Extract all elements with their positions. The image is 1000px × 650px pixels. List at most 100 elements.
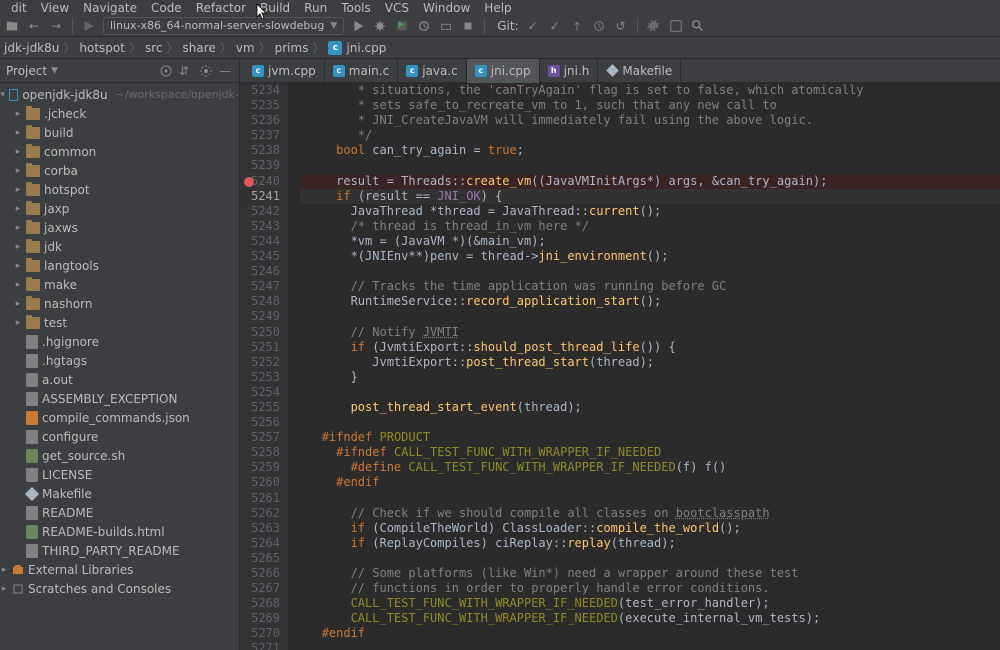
breadcrumb-item[interactable]: hotspot	[79, 41, 125, 55]
menu-build[interactable]: Build	[253, 1, 297, 15]
tree-extra[interactable]: ▸External Libraries	[0, 560, 239, 579]
tree-folder[interactable]: ▸common	[0, 142, 239, 161]
select-config-icon[interactable]	[81, 18, 97, 34]
search-icon[interactable]	[690, 18, 706, 34]
tree-file[interactable]: configure	[0, 427, 239, 446]
gear-icon[interactable]	[199, 64, 213, 78]
line-number[interactable]: 5244	[240, 234, 280, 249]
line-number[interactable]: 5265	[240, 551, 280, 566]
code-line[interactable]: RuntimeService::record_application_start…	[300, 294, 1000, 309]
breakpoint-icon[interactable]	[244, 177, 254, 187]
menu-navigate[interactable]: Navigate	[76, 1, 144, 15]
code-line[interactable]: * JNI_CreateJavaVM will immediately fail…	[300, 113, 1000, 128]
breadcrumb-file[interactable]: c jni.cpp	[328, 41, 386, 55]
git-history-icon[interactable]	[591, 18, 607, 34]
tree-folder[interactable]: ▸langtools	[0, 256, 239, 275]
line-number[interactable]: 5269	[240, 611, 280, 626]
gutter[interactable]: 5234523552365237523852395240524152425243…	[240, 83, 288, 650]
editor[interactable]: 5234523552365237523852395240524152425243…	[240, 83, 1000, 650]
line-number[interactable]: 5253	[240, 370, 280, 385]
line-number[interactable]: 5243	[240, 219, 280, 234]
tree-folder[interactable]: ▸hotspot	[0, 180, 239, 199]
line-number[interactable]: 5268	[240, 596, 280, 611]
line-number[interactable]: 5236	[240, 113, 280, 128]
line-number[interactable]: 5241	[240, 189, 280, 204]
line-number[interactable]: 5247	[240, 279, 280, 294]
editor-tab[interactable]: cjvm.cpp	[244, 59, 325, 83]
menu-view[interactable]: View	[34, 1, 76, 15]
tree-folder[interactable]: ▸.jcheck	[0, 104, 239, 123]
tree-file[interactable]: .hgtags	[0, 351, 239, 370]
code-line[interactable]: CALL_TEST_FUNC_WITH_WRAPPER_IF_NEEDED(ex…	[300, 611, 1000, 626]
forward-icon[interactable]: →	[48, 18, 64, 34]
line-number[interactable]: 5234	[240, 83, 280, 98]
line-number[interactable]: 5238	[240, 143, 280, 158]
code-line[interactable]: * sets safe_to_recreate_vm to 1, such th…	[300, 98, 1000, 113]
line-number[interactable]: 5250	[240, 325, 280, 340]
run-config-selector[interactable]: linux-x86_64-normal-server-slowdebug ▼	[103, 17, 344, 35]
code-line[interactable]: post_thread_start_event(thread);	[300, 400, 1000, 415]
code-line[interactable]: *(JNIEnv**)penv = thread->jni_environmen…	[300, 249, 1000, 264]
line-number[interactable]: 5239	[240, 158, 280, 173]
line-number[interactable]: 5251	[240, 340, 280, 355]
stop-icon[interactable]	[460, 18, 476, 34]
tree-folder[interactable]: ▸build	[0, 123, 239, 142]
git-update-icon[interactable]: ✓	[525, 18, 541, 34]
line-number[interactable]: 5237	[240, 128, 280, 143]
code-line[interactable]: #endif	[300, 475, 1000, 490]
code-line[interactable]: JvmtiExport::post_thread_start(thread);	[300, 355, 1000, 370]
menu-dit[interactable]: dit	[4, 1, 34, 15]
run-icon[interactable]	[350, 18, 366, 34]
code-line[interactable]: result = Threads::create_vm((JavaVMInitA…	[300, 174, 1000, 189]
editor-tab[interactable]: cmain.c	[325, 59, 398, 83]
code-line[interactable]: // functions in order to properly handle…	[300, 581, 1000, 596]
tree-file[interactable]: README-builds.html	[0, 522, 239, 541]
code-line[interactable]: }	[300, 370, 1000, 385]
menu-window[interactable]: Window	[416, 1, 477, 15]
line-number[interactable]: 5254	[240, 385, 280, 400]
settings-icon[interactable]	[646, 18, 662, 34]
tree-file[interactable]: get_source.sh	[0, 446, 239, 465]
code-line[interactable]: // Tracks the time application was runni…	[300, 279, 1000, 294]
code-line[interactable]: */	[300, 128, 1000, 143]
code-line[interactable]: * situations, the 'canTryAgain' flag is …	[300, 83, 1000, 98]
open-icon[interactable]	[4, 18, 20, 34]
tree-file[interactable]: compile_commands.json	[0, 408, 239, 427]
git-push-icon[interactable]	[569, 18, 585, 34]
tree-file[interactable]: Makefile	[0, 484, 239, 503]
line-number[interactable]: 5248	[240, 294, 280, 309]
code-line[interactable]: #endif	[300, 626, 1000, 641]
menu-run[interactable]: Run	[297, 1, 334, 15]
code-line[interactable]	[300, 309, 1000, 324]
menu-refactor[interactable]: Refactor	[189, 1, 253, 15]
code-line[interactable]: if (JvmtiExport::should_post_thread_life…	[300, 340, 1000, 355]
code-line[interactable]: bool can_try_again = true;	[300, 143, 1000, 158]
breadcrumb-item[interactable]: vm	[236, 41, 255, 55]
tree-folder[interactable]: ▸jaxp	[0, 199, 239, 218]
attach-icon[interactable]	[438, 18, 454, 34]
tree-folder[interactable]: ▸corba	[0, 161, 239, 180]
code-line[interactable]	[300, 641, 1000, 650]
tree-file[interactable]: LICENSE	[0, 465, 239, 484]
line-number[interactable]: 5262	[240, 506, 280, 521]
line-number[interactable]: 5264	[240, 536, 280, 551]
line-number[interactable]: 5257	[240, 430, 280, 445]
back-icon[interactable]: ←	[26, 18, 42, 34]
menu-vcs[interactable]: VCS	[378, 1, 416, 15]
menu-code[interactable]: Code	[144, 1, 189, 15]
tree-folder[interactable]: ▸make	[0, 275, 239, 294]
line-number[interactable]: 5242	[240, 204, 280, 219]
editor-tab[interactable]: cjni.cpp	[467, 59, 540, 83]
git-commit-icon[interactable]: ✓	[547, 18, 563, 34]
menu-help[interactable]: Help	[477, 1, 518, 15]
tree-root[interactable]: ▾ openjdk-jdk8u ~/workspace/openjdk-	[0, 85, 239, 104]
code-line[interactable]: #ifndef PRODUCT	[300, 430, 1000, 445]
tree-file[interactable]: THIRD_PARTY_README	[0, 541, 239, 560]
tree-file[interactable]: a.out	[0, 370, 239, 389]
hide-icon[interactable]: —	[219, 64, 233, 78]
code-line[interactable]	[300, 491, 1000, 506]
code-line[interactable]	[300, 551, 1000, 566]
debug-icon[interactable]	[372, 18, 388, 34]
code-line[interactable]: JavaThread *thread = JavaThread::current…	[300, 204, 1000, 219]
code-line[interactable]	[300, 415, 1000, 430]
